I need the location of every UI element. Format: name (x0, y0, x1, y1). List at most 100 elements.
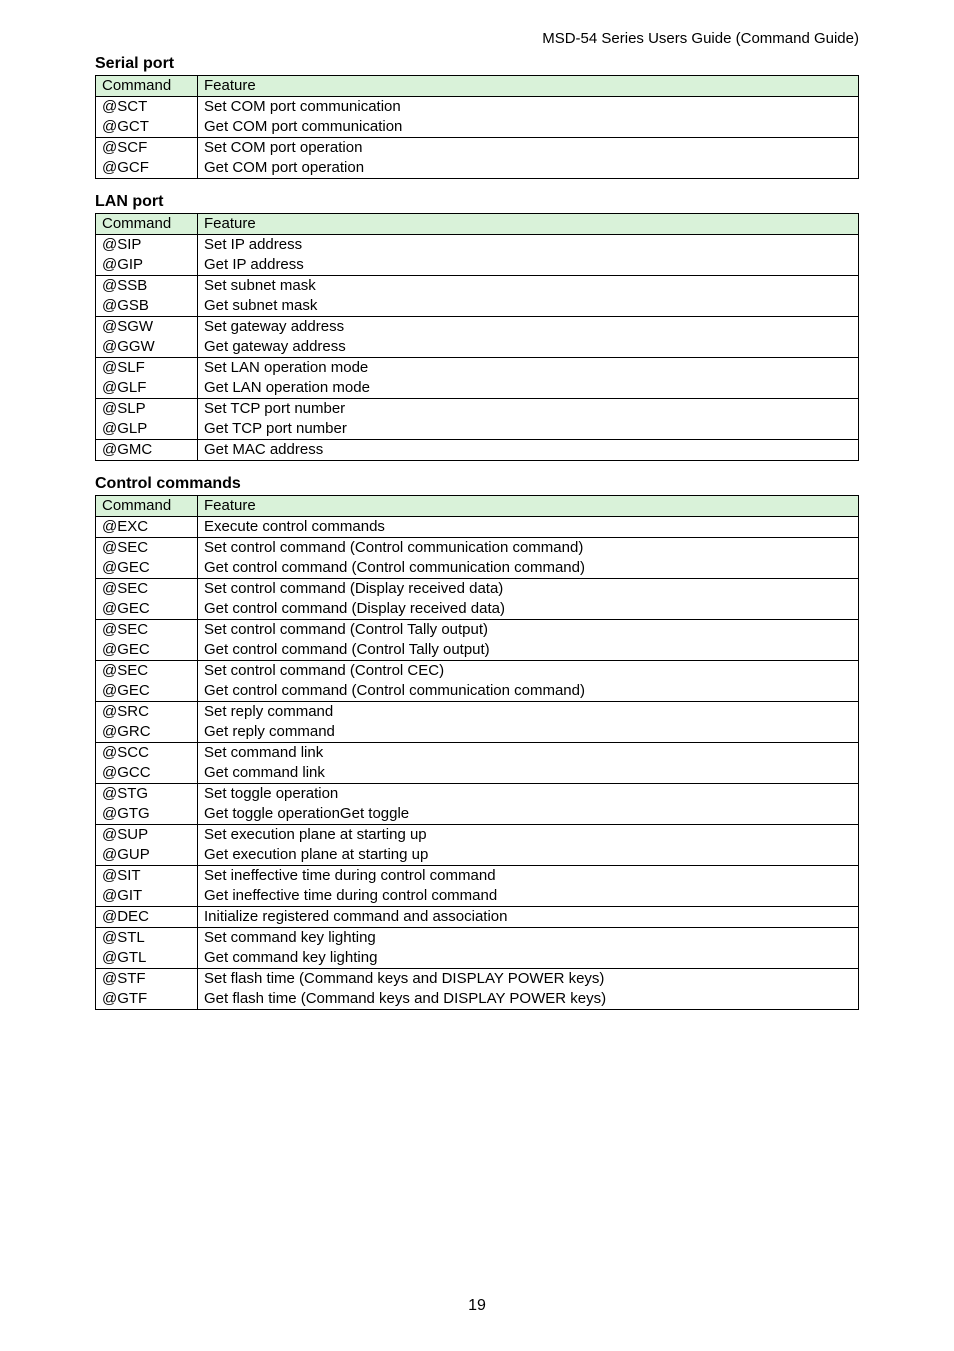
table-row: @SIPSet IP address (96, 235, 859, 256)
table-row: @GECGet control command (Control Tally o… (96, 640, 859, 661)
cell-feature: Get COM port operation (198, 158, 859, 179)
table-lan-port: Command Feature @SIPSet IP address@GIPGe… (95, 213, 859, 461)
cell-feature: Get control command (Display received da… (198, 599, 859, 620)
table-row: @SECSet control command (Control Tally o… (96, 620, 859, 641)
table-row: @SITSet ineffective time during control … (96, 866, 859, 887)
table-row: @SLPSet TCP port number (96, 399, 859, 420)
cell-command: @GEC (96, 681, 198, 702)
cell-feature: Set TCP port number (198, 399, 859, 420)
table-row: @GLPGet TCP port number (96, 419, 859, 440)
table-serial-port: Command Feature @SCTSet COM port communi… (95, 75, 859, 179)
cell-feature: Execute control commands (198, 517, 859, 538)
cell-feature: Set subnet mask (198, 276, 859, 297)
cell-feature: Get flash time (Command keys and DISPLAY… (198, 989, 859, 1010)
cell-command: @SEC (96, 661, 198, 682)
table-row: @GGWGet gateway address (96, 337, 859, 358)
cell-command: @SEC (96, 579, 198, 600)
table-row: @GIPGet IP address (96, 255, 859, 276)
cell-feature: Set ineffective time during control comm… (198, 866, 859, 887)
table-row: @SSBSet subnet mask (96, 276, 859, 297)
cell-feature: Set toggle operation (198, 784, 859, 805)
table-row: @GTLGet command key lighting (96, 948, 859, 969)
cell-feature: Set COM port operation (198, 138, 859, 159)
table-row: @GSBGet subnet mask (96, 296, 859, 317)
cell-command: @GTF (96, 989, 198, 1010)
cell-command: @SGW (96, 317, 198, 338)
table-row: @GUPGet execution plane at starting up (96, 845, 859, 866)
cell-command: @GSB (96, 296, 198, 317)
cell-feature: Set IP address (198, 235, 859, 256)
cell-feature: Get command key lighting (198, 948, 859, 969)
th-command: Command (96, 76, 198, 97)
table-row: @SLFSet LAN operation mode (96, 358, 859, 379)
table-row: @SCTSet COM port communication (96, 97, 859, 118)
table-row: @GECGet control command (Control communi… (96, 558, 859, 579)
table-control-commands: Command Feature @EXCExecute control comm… (95, 495, 859, 1010)
cell-command: @SIT (96, 866, 198, 887)
cell-command: @GRC (96, 722, 198, 743)
table-row: @GITGet ineffective time during control … (96, 886, 859, 907)
cell-command: @GLF (96, 378, 198, 399)
cell-command: @SLF (96, 358, 198, 379)
table-row: @DECInitialize registered command and as… (96, 907, 859, 928)
cell-feature: Get reply command (198, 722, 859, 743)
cell-feature: Set control command (Control communicati… (198, 538, 859, 559)
cell-command: @GIP (96, 255, 198, 276)
cell-command: @GCC (96, 763, 198, 784)
cell-feature: Get gateway address (198, 337, 859, 358)
table-row: @STGSet toggle operation (96, 784, 859, 805)
cell-feature: Get subnet mask (198, 296, 859, 317)
cell-command: @SRC (96, 702, 198, 723)
cell-command: @GMC (96, 440, 198, 461)
table-row: @GCTGet COM port communication (96, 117, 859, 138)
table-row: @STFSet flash time (Command keys and DIS… (96, 969, 859, 990)
cell-feature: Get control command (Control communicati… (198, 558, 859, 579)
page-number: 19 (0, 1297, 954, 1315)
cell-command: @GUP (96, 845, 198, 866)
cell-command: @GEC (96, 558, 198, 579)
cell-feature: Set gateway address (198, 317, 859, 338)
cell-feature: Get execution plane at starting up (198, 845, 859, 866)
cell-command: @SCC (96, 743, 198, 764)
cell-feature: Set COM port communication (198, 97, 859, 118)
cell-command: @GCT (96, 117, 198, 138)
cell-feature: Get COM port communication (198, 117, 859, 138)
cell-feature: Initialize registered command and associ… (198, 907, 859, 928)
heading-serial-port: Serial port (95, 55, 859, 73)
table-row: @GCFGet COM port operation (96, 158, 859, 179)
heading-lan-port: LAN port (95, 193, 859, 211)
heading-control-commands: Control commands (95, 475, 859, 493)
table-row: @GECGet control command (Display receive… (96, 599, 859, 620)
cell-feature: Get command link (198, 763, 859, 784)
cell-command: @SEC (96, 538, 198, 559)
cell-feature: Set control command (Control CEC) (198, 661, 859, 682)
cell-feature: Get TCP port number (198, 419, 859, 440)
cell-feature: Get LAN operation mode (198, 378, 859, 399)
cell-command: @GCF (96, 158, 198, 179)
cell-command: @GTL (96, 948, 198, 969)
cell-command: @STL (96, 928, 198, 949)
cell-command: @STG (96, 784, 198, 805)
cell-command: @SUP (96, 825, 198, 846)
cell-command: @GEC (96, 599, 198, 620)
cell-feature: Get control command (Control Tally outpu… (198, 640, 859, 661)
cell-command: @SEC (96, 620, 198, 641)
cell-command: @SSB (96, 276, 198, 297)
table-row: @SCCSet command link (96, 743, 859, 764)
cell-feature: Set execution plane at starting up (198, 825, 859, 846)
th-command: Command (96, 496, 198, 517)
cell-feature: Set command key lighting (198, 928, 859, 949)
table-row: @GLFGet LAN operation mode (96, 378, 859, 399)
cell-feature: Set reply command (198, 702, 859, 723)
cell-feature: Get MAC address (198, 440, 859, 461)
table-row: @GMCGet MAC address (96, 440, 859, 461)
table-row: @SECSet control command (Display receive… (96, 579, 859, 600)
cell-command: @SCF (96, 138, 198, 159)
cell-feature: Get toggle operationGet toggle (198, 804, 859, 825)
cell-command: @GEC (96, 640, 198, 661)
th-feature: Feature (198, 496, 859, 517)
cell-command: @GLP (96, 419, 198, 440)
cell-command: @SIP (96, 235, 198, 256)
table-row: @SUPSet execution plane at starting up (96, 825, 859, 846)
cell-feature: Get IP address (198, 255, 859, 276)
